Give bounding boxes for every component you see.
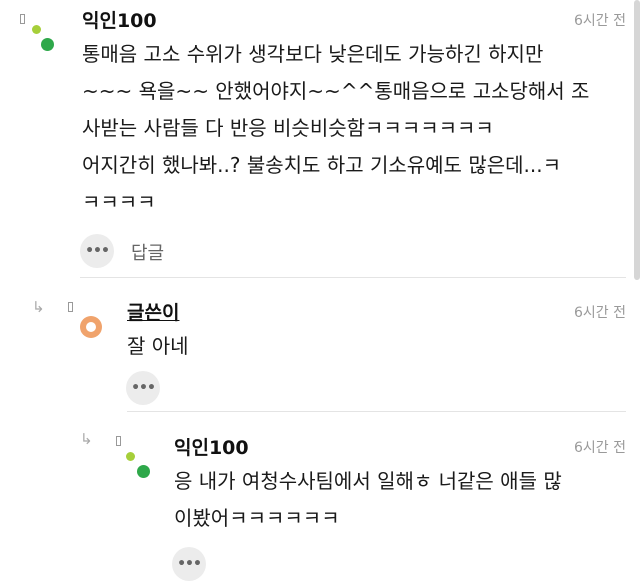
more-options-button[interactable]: ••• bbox=[126, 371, 160, 405]
more-options-button[interactable]: ••• bbox=[172, 547, 206, 581]
avatar-dot-large bbox=[137, 465, 150, 478]
avatar-dot-small bbox=[32, 25, 41, 34]
comment-author[interactable]: 익인100 bbox=[82, 6, 157, 33]
avatar-orange-inner bbox=[86, 322, 96, 332]
reply-arrow-icon: ↳ bbox=[80, 430, 93, 448]
comment-body: 응 내가 여청수사팀에서 일해ㅎ 너같은 애들 많 이봤어ㅋㅋㅋㅋㅋㅋ bbox=[174, 469, 562, 530]
comment-time: 6시간 전 bbox=[574, 440, 626, 456]
comment-body: 잘 아네 bbox=[127, 334, 189, 358]
comment-author[interactable]: 익인100 bbox=[174, 433, 249, 460]
comment-time: 6시간 전 bbox=[574, 305, 626, 321]
more-dots-icon: ••• bbox=[131, 380, 156, 396]
comment-author[interactable]: 글쓴이 bbox=[127, 298, 179, 325]
reply-arrow-icon: ↳ bbox=[32, 298, 45, 316]
more-dots-icon: ••• bbox=[177, 556, 202, 572]
divider bbox=[80, 277, 626, 278]
more-options-button[interactable]: ••• bbox=[80, 234, 114, 268]
avatar-dot-small bbox=[126, 452, 135, 461]
more-dots-icon: ••• bbox=[85, 243, 110, 259]
comment-indicator-icon bbox=[116, 436, 121, 446]
avatar-dot-large bbox=[41, 38, 54, 51]
comment-indicator-icon bbox=[20, 14, 25, 24]
divider bbox=[127, 411, 626, 412]
comment-indicator-icon bbox=[68, 302, 73, 312]
comment-body: 통매음 고소 수위가 생각보다 낮은데도 가능하긴 하지만 ~~~ 욕을~~ 안… bbox=[82, 42, 590, 214]
reply-button[interactable]: 답글 bbox=[131, 239, 164, 265]
comment-time: 6시간 전 bbox=[574, 13, 626, 29]
